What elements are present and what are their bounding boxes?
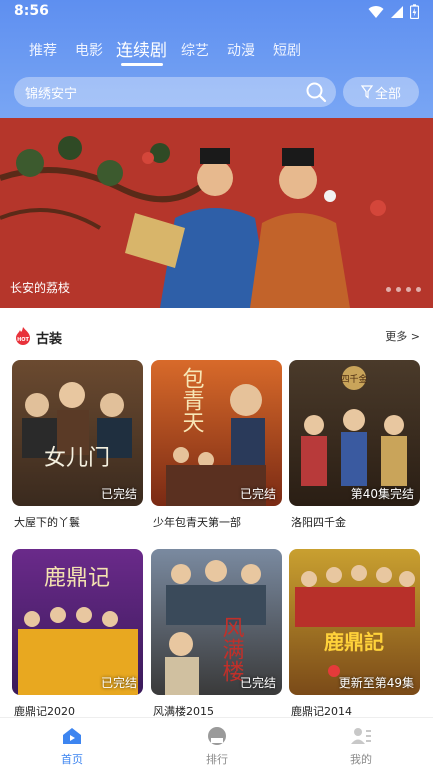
status-bar: 8:56	[0, 0, 433, 24]
episode-status: 已完结	[239, 676, 276, 690]
banner-dot	[396, 287, 401, 292]
episode-status: 更新至第49集	[338, 676, 414, 690]
status-icons	[368, 4, 419, 19]
nav-profile[interactable]: 我的	[331, 726, 391, 767]
nav-label: 我的	[350, 753, 372, 766]
filter-icon	[360, 85, 373, 99]
poster-title-art: 鹿鼎记	[44, 566, 110, 591]
battery-icon	[410, 4, 419, 19]
category-tabs: 推荐 电影 连续剧 综艺 动漫 短剧	[0, 36, 433, 70]
profile-icon	[351, 728, 371, 744]
show-title: 少年包青天第一部	[153, 516, 241, 529]
poster-image: 四千金 第40集完结	[289, 360, 420, 506]
search-query: 锦绣安宁	[25, 87, 78, 102]
tab-movies[interactable]: 电影	[75, 40, 103, 60]
episode-status: 第40集完结	[350, 487, 414, 501]
tab-anime[interactable]: 动漫	[227, 40, 255, 60]
banner-pagination	[386, 287, 421, 292]
wifi-icon	[368, 5, 384, 18]
hot-flame-icon: HOT	[16, 327, 30, 345]
poster-image: 鹿鼎记 已完结	[12, 549, 143, 695]
nav-label: 首页	[61, 753, 83, 766]
poster-title-art: 鹿鼎記	[324, 630, 384, 654]
app-screen: 8:56 推荐 电影 连续剧 综艺 动漫 短剧 锦绣安宁 全部 长安的荔枝 HO…	[0, 0, 433, 771]
tab-recommend[interactable]: 推荐	[29, 40, 57, 60]
nav-home[interactable]: 首页	[42, 726, 102, 767]
filter-button[interactable]: 全部	[343, 77, 419, 107]
poster-title-art: 包青天	[179, 367, 205, 433]
rank-icon	[208, 727, 226, 745]
more-link[interactable]: 更多 >	[385, 328, 420, 344]
search-icon[interactable]	[305, 81, 327, 103]
nav-rank[interactable]: 排行	[187, 726, 247, 767]
show-title: 大屋下的丫鬟	[14, 516, 80, 529]
poster-image: 鹿鼎記 更新至第49集	[289, 549, 420, 695]
banner-dot	[406, 287, 411, 292]
nav-label: 排行	[206, 753, 228, 766]
banner-dot	[386, 287, 391, 292]
status-time: 8:56	[14, 3, 49, 19]
banner-title: 长安的荔枝	[10, 281, 71, 295]
header: 8:56 推荐 电影 连续剧 综艺 动漫 短剧 锦绣安宁 全部	[0, 0, 433, 118]
poster-title-art: 女儿门	[44, 446, 110, 471]
featured-banner[interactable]: 长安的荔枝	[0, 118, 433, 308]
tab-short-drama[interactable]: 短剧	[273, 40, 301, 60]
poster-title-art: 风满楼	[219, 616, 245, 682]
poster-image: 女儿门 已完结	[12, 360, 143, 506]
filter-label: 全部	[374, 86, 401, 102]
banner-dot	[416, 287, 421, 292]
signal-icon	[391, 5, 403, 18]
home-icon	[63, 728, 81, 744]
hot-badge-text: HOT	[17, 337, 29, 343]
show-title: 洛阳四千金	[291, 516, 346, 529]
episode-status: 已完结	[100, 487, 137, 501]
poster-image: 包青天 已完结	[151, 360, 282, 506]
tab-series[interactable]: 连续剧	[116, 36, 167, 61]
section-header: HOT 古装 更多 >	[0, 322, 433, 352]
poster-title-art: 四千金	[340, 373, 367, 385]
poster-image: 风满楼 已完结	[151, 549, 282, 695]
tab-variety[interactable]: 综艺	[181, 40, 209, 60]
episode-status: 已完结	[100, 676, 137, 690]
bottom-nav: 首页 排行 我的	[0, 717, 433, 771]
active-tab-indicator	[121, 63, 163, 66]
episode-status: 已完结	[239, 487, 276, 501]
section-title: 古装	[36, 332, 63, 347]
search-input[interactable]: 锦绣安宁	[14, 77, 336, 107]
